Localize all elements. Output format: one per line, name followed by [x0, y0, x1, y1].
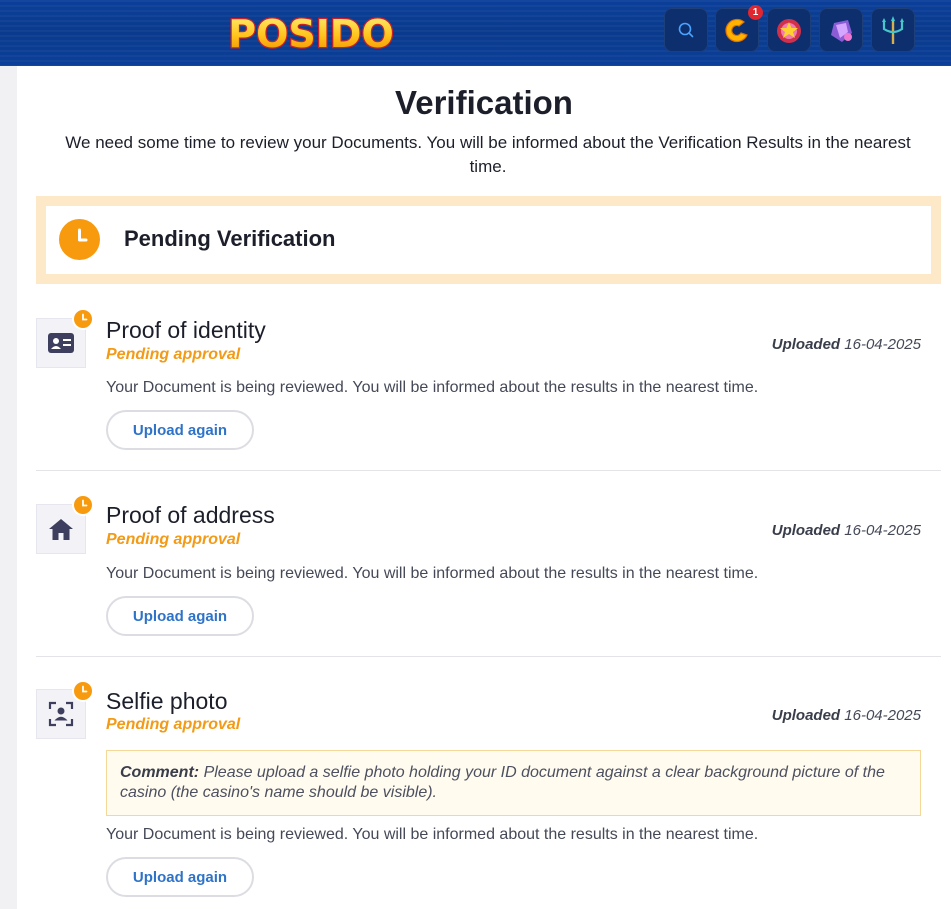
- status-clock-icon: [72, 680, 94, 702]
- rewards-button[interactable]: [767, 8, 811, 52]
- document-uploaded-date: Uploaded 16-04-2025: [771, 522, 921, 539]
- top-header: POSIDO 1: [0, 0, 951, 66]
- search-icon: [678, 22, 694, 38]
- notification-badge: 1: [748, 5, 763, 20]
- document-uploaded-date: Uploaded 16-04-2025: [771, 336, 921, 353]
- page-title: Verification: [395, 84, 573, 121]
- posido-logo[interactable]: POSIDO: [226, 8, 396, 56]
- reviewer-comment: Comment: Please upload a selfie photo ho…: [106, 750, 921, 816]
- document-title: Proof of address: [106, 502, 275, 528]
- document-uploaded-date: Uploaded 16-04-2025: [771, 707, 921, 724]
- profile-button[interactable]: [871, 8, 915, 52]
- sidebar-strip: [0, 66, 17, 909]
- pending-verification-banner: Pending Verification: [36, 196, 941, 284]
- divider: [36, 470, 941, 471]
- document-status: Pending approval: [106, 716, 241, 733]
- clock-icon: [59, 219, 100, 260]
- shop-button[interactable]: [819, 8, 863, 52]
- document-description: Your Document is being reviewed. You wil…: [106, 565, 759, 582]
- comment-label: Comment:: [120, 764, 200, 781]
- status-clock-icon: [72, 494, 94, 516]
- search-button[interactable]: [664, 8, 708, 52]
- chest-icon: [777, 19, 801, 43]
- document-title: Proof of identity: [106, 317, 266, 343]
- page-intro: We need some time to review your Documen…: [65, 133, 911, 176]
- divider: [36, 656, 941, 657]
- trident-icon: [882, 16, 904, 44]
- status-clock-icon: [72, 308, 94, 330]
- upload-again-button[interactable]: Upload again: [106, 596, 254, 636]
- pending-verification-title: Pending Verification: [124, 226, 336, 251]
- document-title: Selfie photo: [106, 688, 228, 714]
- logo-text: POSIDO: [228, 12, 394, 56]
- document-status: Pending approval: [106, 531, 241, 548]
- coins-button[interactable]: 1: [715, 5, 763, 52]
- document-status: Pending approval: [106, 346, 241, 363]
- upload-again-button[interactable]: Upload again: [106, 410, 254, 450]
- document-description: Your Document is being reviewed. You wil…: [106, 826, 759, 843]
- upload-again-button[interactable]: Upload again: [106, 857, 254, 897]
- document-description: Your Document is being reviewed. You wil…: [106, 379, 759, 396]
- coin-icon: [725, 18, 748, 43]
- comment-text: Please upload a selfie photo holding you…: [120, 764, 885, 801]
- crystal-icon: [831, 20, 852, 42]
